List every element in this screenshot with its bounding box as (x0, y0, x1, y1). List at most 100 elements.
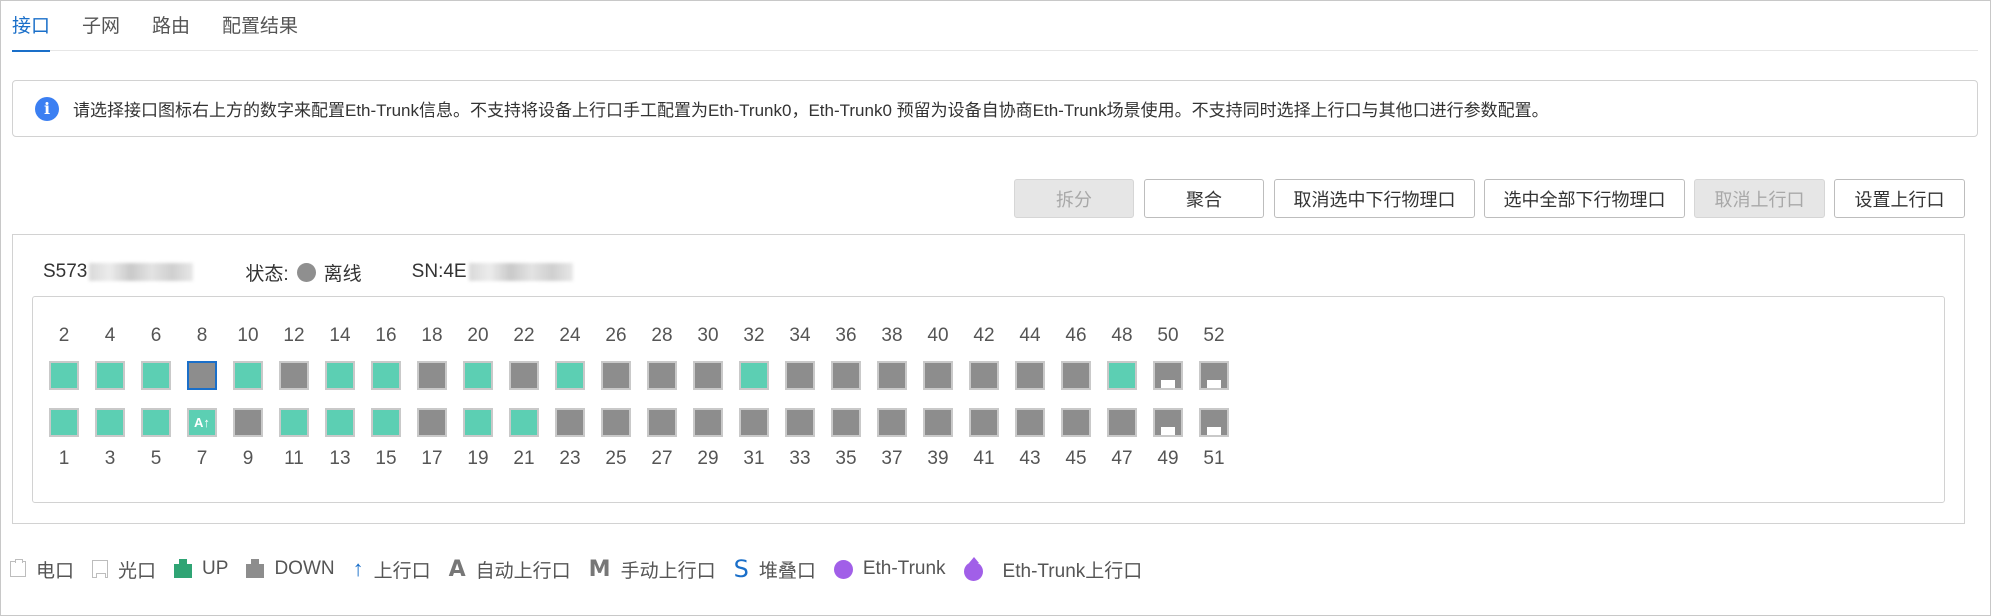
port-46[interactable] (1061, 361, 1091, 390)
port-number-18[interactable]: 18 (412, 325, 452, 347)
port-6[interactable] (141, 361, 171, 390)
port-35[interactable] (831, 408, 861, 437)
port-19[interactable] (463, 408, 493, 437)
port-number-37[interactable]: 37 (872, 448, 912, 470)
port-29[interactable] (693, 408, 723, 437)
port-31[interactable] (739, 408, 769, 437)
port-27[interactable] (647, 408, 677, 437)
port-40[interactable] (923, 361, 953, 390)
port-44[interactable] (1015, 361, 1045, 390)
port-28[interactable] (647, 361, 677, 390)
port-number-4[interactable]: 4 (90, 325, 130, 347)
port-23[interactable] (555, 408, 585, 437)
port-number-17[interactable]: 17 (412, 448, 452, 470)
port-number-28[interactable]: 28 (642, 325, 682, 347)
port-number-47[interactable]: 47 (1102, 448, 1142, 470)
port-number-45[interactable]: 45 (1056, 448, 1096, 470)
port-12[interactable] (279, 361, 309, 390)
tab-interface[interactable]: 接口 (12, 12, 51, 52)
port-10[interactable] (233, 361, 263, 390)
cancel-uplink-button[interactable]: 取消上行口 (1694, 179, 1825, 218)
port-number-52[interactable]: 52 (1194, 325, 1234, 347)
port-number-1[interactable]: 1 (44, 448, 84, 470)
port-number-42[interactable]: 42 (964, 325, 1004, 347)
port-number-26[interactable]: 26 (596, 325, 636, 347)
port-39[interactable] (923, 408, 953, 437)
port-number-27[interactable]: 27 (642, 448, 682, 470)
port-17[interactable] (417, 408, 447, 437)
port-14[interactable] (325, 361, 355, 390)
port-number-16[interactable]: 16 (366, 325, 406, 347)
port-number-11[interactable]: 11 (274, 448, 314, 470)
port-number-9[interactable]: 9 (228, 448, 268, 470)
port-8[interactable] (187, 361, 217, 390)
port-16[interactable] (371, 361, 401, 390)
port-21[interactable] (509, 408, 539, 437)
port-1[interactable] (49, 408, 79, 437)
port-50[interactable] (1153, 361, 1183, 390)
port-number-15[interactable]: 15 (366, 448, 406, 470)
port-number-6[interactable]: 6 (136, 325, 176, 347)
port-22[interactable] (509, 361, 539, 390)
port-7[interactable]: A↑ (187, 408, 217, 437)
port-2[interactable] (49, 361, 79, 390)
port-number-34[interactable]: 34 (780, 325, 820, 347)
port-number-31[interactable]: 31 (734, 448, 774, 470)
port-number-23[interactable]: 23 (550, 448, 590, 470)
tab-config-result[interactable]: 配置结果 (222, 12, 298, 48)
port-number-7[interactable]: 7 (182, 448, 222, 470)
port-18[interactable] (417, 361, 447, 390)
port-number-36[interactable]: 36 (826, 325, 866, 347)
port-34[interactable] (785, 361, 815, 390)
port-number-19[interactable]: 19 (458, 448, 498, 470)
port-43[interactable] (1015, 408, 1045, 437)
port-number-41[interactable]: 41 (964, 448, 1004, 470)
port-number-10[interactable]: 10 (228, 325, 268, 347)
port-number-50[interactable]: 50 (1148, 325, 1188, 347)
port-26[interactable] (601, 361, 631, 390)
deselect-downlink-button[interactable]: 取消选中下行物理口 (1274, 179, 1475, 218)
port-number-46[interactable]: 46 (1056, 325, 1096, 347)
port-number-20[interactable]: 20 (458, 325, 498, 347)
port-42[interactable] (969, 361, 999, 390)
port-number-49[interactable]: 49 (1148, 448, 1188, 470)
port-number-12[interactable]: 12 (274, 325, 314, 347)
port-3[interactable] (95, 408, 125, 437)
port-45[interactable] (1061, 408, 1091, 437)
port-number-13[interactable]: 13 (320, 448, 360, 470)
port-47[interactable] (1107, 408, 1137, 437)
port-number-40[interactable]: 40 (918, 325, 958, 347)
port-51[interactable] (1199, 408, 1229, 437)
port-32[interactable] (739, 361, 769, 390)
port-49[interactable] (1153, 408, 1183, 437)
port-41[interactable] (969, 408, 999, 437)
port-number-35[interactable]: 35 (826, 448, 866, 470)
port-48[interactable] (1107, 361, 1137, 390)
port-number-32[interactable]: 32 (734, 325, 774, 347)
port-33[interactable] (785, 408, 815, 437)
port-36[interactable] (831, 361, 861, 390)
port-number-25[interactable]: 25 (596, 448, 636, 470)
port-number-29[interactable]: 29 (688, 448, 728, 470)
port-37[interactable] (877, 408, 907, 437)
split-button[interactable]: 拆分 (1014, 179, 1134, 218)
port-number-51[interactable]: 51 (1194, 448, 1234, 470)
port-number-44[interactable]: 44 (1010, 325, 1050, 347)
set-uplink-button[interactable]: 设置上行口 (1834, 179, 1965, 218)
port-4[interactable] (95, 361, 125, 390)
port-number-8[interactable]: 8 (182, 325, 222, 347)
port-24[interactable] (555, 361, 585, 390)
port-25[interactable] (601, 408, 631, 437)
port-15[interactable] (371, 408, 401, 437)
port-number-43[interactable]: 43 (1010, 448, 1050, 470)
port-number-39[interactable]: 39 (918, 448, 958, 470)
port-number-38[interactable]: 38 (872, 325, 912, 347)
port-number-30[interactable]: 30 (688, 325, 728, 347)
select-all-downlink-button[interactable]: 选中全部下行物理口 (1484, 179, 1685, 218)
port-number-21[interactable]: 21 (504, 448, 544, 470)
port-number-2[interactable]: 2 (44, 325, 84, 347)
port-number-33[interactable]: 33 (780, 448, 820, 470)
port-38[interactable] (877, 361, 907, 390)
port-20[interactable] (463, 361, 493, 390)
port-9[interactable] (233, 408, 263, 437)
